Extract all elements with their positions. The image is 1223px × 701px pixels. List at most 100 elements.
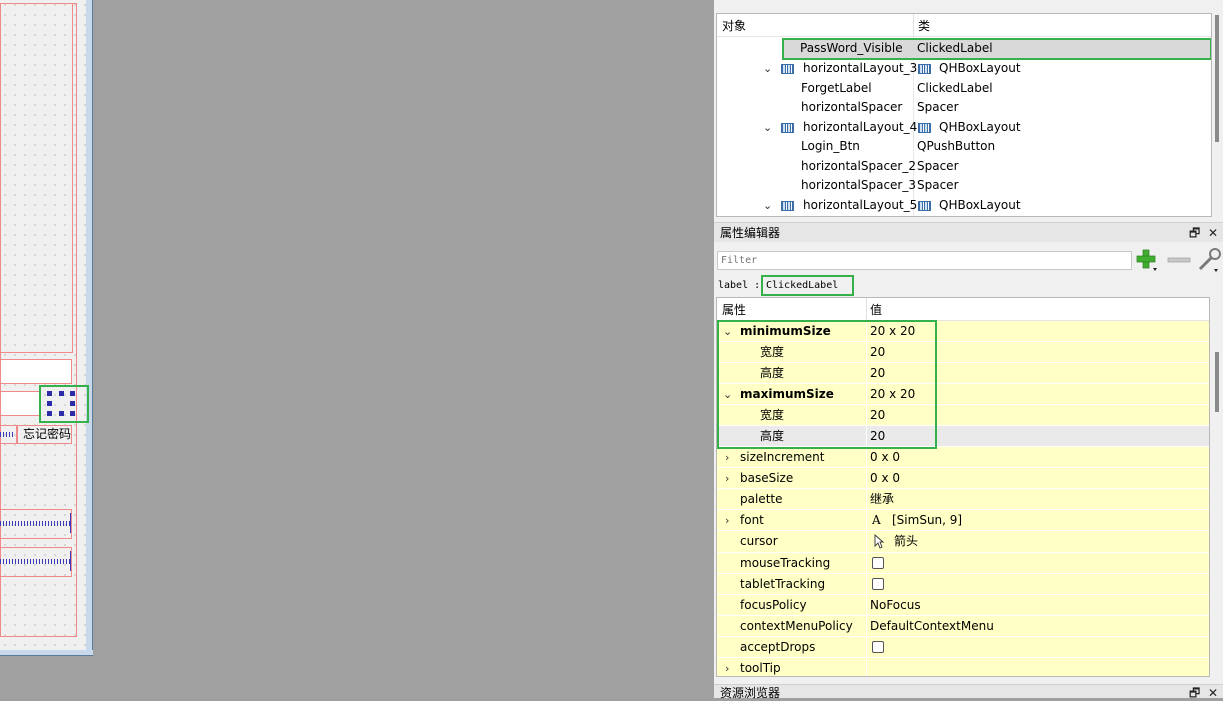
value-separator <box>866 510 867 531</box>
property-value[interactable]: 箭头 <box>894 531 918 552</box>
object-inspector-tree[interactable]: 对象 类 PassWord_Visible ClickedLabel ⌄ hor… <box>716 13 1212 217</box>
prop-row-palette[interactable]: palette 继承 <box>717 489 1209 510</box>
mousetracking-checkbox[interactable] <box>872 557 884 569</box>
horizontal-spacer-2[interactable] <box>0 521 70 526</box>
chevron-down-icon[interactable]: ⌄ <box>763 196 772 215</box>
object-class: QHBoxLayout <box>939 197 1021 212</box>
chevron-right-icon[interactable]: › <box>725 658 729 676</box>
horizontal-spacer-small[interactable] <box>0 432 15 437</box>
form-window-frame <box>86 0 93 656</box>
object-class: QHBoxLayout <box>939 61 1021 75</box>
prop-row-sizeincrement[interactable]: › sizeIncrement 0 x 0 <box>717 447 1209 468</box>
tree-row-horizontal-spacer-2[interactable]: horizontalSpacer_2 Spacer <box>717 157 1211 177</box>
property-name: palette <box>740 492 783 506</box>
prop-row-cursor[interactable]: cursor 箭头 <box>717 531 1209 553</box>
chevron-down-icon[interactable]: ⌄ <box>763 59 772 78</box>
resize-handle[interactable] <box>47 391 52 396</box>
property-value[interactable]: 0 x 0 <box>870 447 900 468</box>
object-column-header[interactable]: 对象 <box>722 14 746 36</box>
property-column-header[interactable]: 属性 <box>722 298 746 320</box>
property-value[interactable]: 继承 <box>870 489 894 510</box>
tablettracking-checkbox[interactable] <box>872 578 884 590</box>
tree-row-horizontal-spacer-3[interactable]: horizontalSpacer_3 Spacer <box>717 176 1211 196</box>
password-line-edit[interactable] <box>0 391 40 416</box>
object-class: QHBoxLayout <box>939 119 1021 134</box>
tree-row-horizontal-layout-5[interactable]: ⌄ horizontalLayout_5 QHBoxLayout <box>717 196 1211 216</box>
resize-handle[interactable] <box>70 391 75 396</box>
username-line-edit[interactable] <box>0 359 72 384</box>
column-divider[interactable] <box>866 298 867 320</box>
separator-label: : <box>754 280 761 291</box>
class-name-label: ClickedLabel <box>761 275 854 296</box>
object-tree-scrollbar[interactable] <box>1212 13 1223 217</box>
property-value[interactable]: 0 x 0 <box>870 468 900 489</box>
prop-row-acceptdrops[interactable]: acceptDrops <box>717 637 1209 658</box>
resize-handle[interactable] <box>70 411 75 416</box>
tree-row-horizontal-spacer[interactable]: horizontalSpacer Spacer <box>717 98 1211 118</box>
value-separator <box>866 616 867 637</box>
layout-boundary-top <box>0 3 73 353</box>
value-column-header[interactable]: 值 <box>870 298 882 320</box>
close-icon[interactable]: ✕ <box>1208 223 1218 243</box>
prop-row-tablettracking[interactable]: tabletTracking <box>717 574 1209 595</box>
class-column-header[interactable]: 类 <box>918 14 930 36</box>
property-name: tabletTracking <box>740 577 826 591</box>
form-window-frame-bottom <box>0 650 93 656</box>
prop-row-contextmenupolicy[interactable]: contextMenuPolicy DefaultContextMenu <box>717 616 1209 637</box>
hbox-layout-icon <box>781 200 794 211</box>
horizontal-spacer-3[interactable] <box>0 559 70 564</box>
object-name: horizontalLayout_5 <box>803 197 918 212</box>
prop-row-mousetracking[interactable]: mouseTracking <box>717 553 1209 574</box>
prop-row-focuspolicy[interactable]: focusPolicy NoFocus <box>717 595 1209 616</box>
acceptdrops-checkbox[interactable] <box>872 641 884 653</box>
tree-row-horizontal-layout-4[interactable]: ⌄ horizontalLayout_4 QHBoxLayout <box>717 118 1211 138</box>
scrollbar-thumb[interactable] <box>1215 352 1219 412</box>
value-separator <box>866 468 867 489</box>
value-separator <box>866 595 867 616</box>
property-editor-titlebar: 属性编辑器 🗗 ✕ <box>714 222 1223 242</box>
resize-handle[interactable] <box>70 401 75 406</box>
column-divider[interactable] <box>913 14 914 36</box>
resize-handle[interactable] <box>47 401 52 406</box>
close-icon[interactable]: ✕ <box>1208 685 1218 701</box>
font-icon: A <box>872 513 881 527</box>
value-separator <box>866 574 867 595</box>
prop-row-basesize[interactable]: › baseSize 0 x 0 <box>717 468 1209 489</box>
resize-handle[interactable] <box>59 411 64 416</box>
property-table-scrollbar[interactable] <box>1212 297 1223 677</box>
value-separator <box>866 531 867 552</box>
tree-row-forget-label[interactable]: ForgetLabel ClickedLabel <box>717 79 1211 99</box>
hbox-layout-icon <box>781 64 794 74</box>
property-value[interactable]: DefaultContextMenu <box>870 616 994 637</box>
configure-wrench-icon[interactable] <box>1196 247 1223 273</box>
property-value[interactable]: [SimSun, 9] <box>892 510 962 531</box>
resize-handle[interactable] <box>47 411 52 416</box>
float-icon[interactable]: 🗗 <box>1189 223 1200 243</box>
prop-row-tooltip[interactable]: › toolTip <box>717 658 1209 676</box>
tree-row-login-btn[interactable]: Login_Btn QPushButton <box>717 137 1211 157</box>
object-class: QPushButton <box>917 139 996 153</box>
add-dynamic-property-button[interactable] <box>1134 248 1160 272</box>
chevron-right-icon[interactable]: › <box>725 447 729 468</box>
resize-handle[interactable] <box>59 391 64 396</box>
tree-row-horizontal-layout-3[interactable]: ⌄ horizontalLayout_3 QHBoxLayout <box>717 59 1211 79</box>
chevron-right-icon[interactable]: › <box>725 468 729 489</box>
password-visible-label-selected[interactable] <box>39 385 89 423</box>
remove-dynamic-property-button[interactable] <box>1166 248 1192 272</box>
value-separator <box>866 553 867 574</box>
float-icon[interactable]: 🗗 <box>1189 685 1200 701</box>
chevron-right-icon[interactable]: › <box>725 510 729 531</box>
property-filter-input[interactable] <box>717 251 1132 270</box>
forget-password-label[interactable]: 忘记密码 <box>17 425 72 444</box>
object-name: horizontalSpacer <box>801 100 903 114</box>
scrollbar-thumb[interactable] <box>1215 15 1219 142</box>
chevron-down-icon[interactable]: ⌄ <box>763 118 772 137</box>
hbox-layout-icon <box>918 122 931 133</box>
prop-row-font[interactable]: › font A [SimSun, 9] <box>717 510 1209 531</box>
form-design-canvas[interactable]: 忘记密码 <box>0 0 87 650</box>
property-name: acceptDrops <box>740 640 816 654</box>
value-separator <box>866 658 867 676</box>
property-name: mouseTracking <box>740 556 831 570</box>
spacer-end-3 <box>70 551 71 571</box>
property-value[interactable]: NoFocus <box>870 595 921 616</box>
